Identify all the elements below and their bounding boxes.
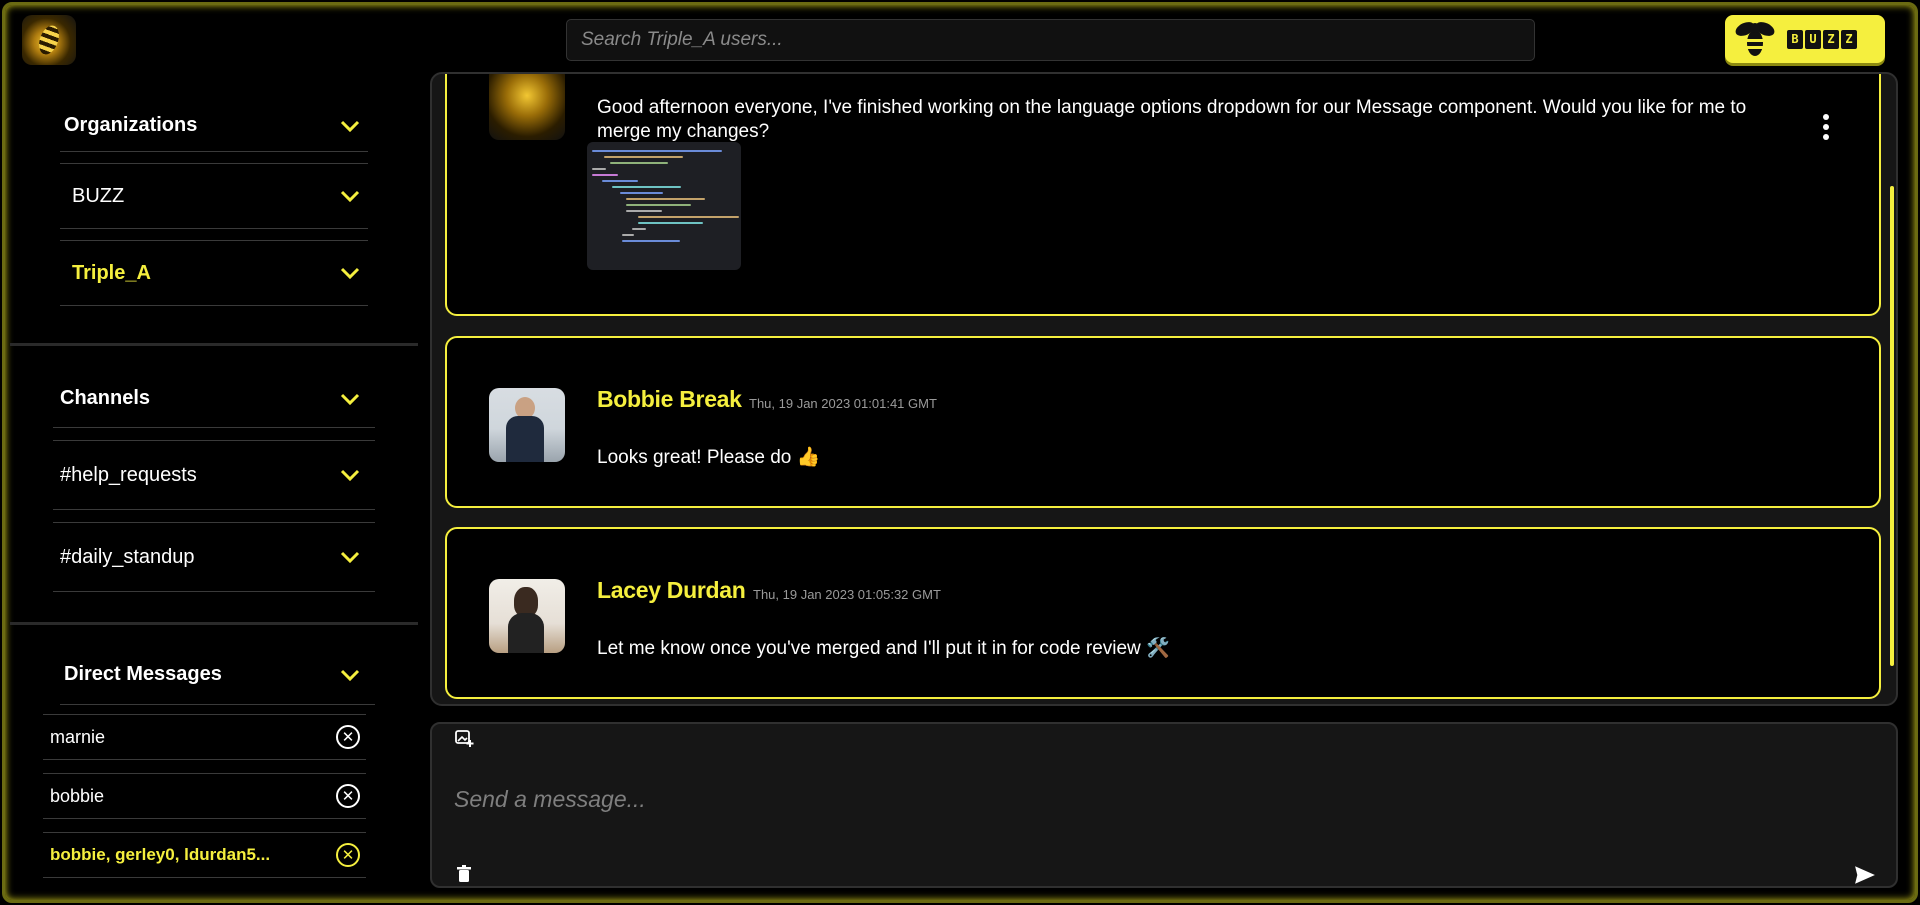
channels-title: Channels bbox=[60, 387, 151, 409]
dm-item-label: bobbie bbox=[50, 785, 105, 806]
dm-item-group[interactable]: bobbie, gerley0, ldurdan5... ✕ bbox=[43, 832, 366, 878]
chevron-down-icon[interactable] bbox=[340, 190, 360, 202]
dm-item-marnie[interactable]: marnie ✕ bbox=[43, 714, 366, 760]
channels-header[interactable]: Channels bbox=[53, 370, 375, 428]
close-circle-icon[interactable]: ✕ bbox=[336, 784, 360, 808]
send-icon[interactable] bbox=[1854, 864, 1876, 886]
chevron-down-icon[interactable] bbox=[340, 120, 360, 132]
scrollbar[interactable] bbox=[1890, 186, 1894, 666]
organizations-title: Organizations bbox=[64, 114, 198, 136]
message-input[interactable] bbox=[454, 786, 1834, 826]
brand-letter: B bbox=[1787, 29, 1803, 49]
message-list[interactable]: Good afternoon everyone, I've finished w… bbox=[430, 72, 1898, 706]
avatar[interactable] bbox=[489, 579, 565, 653]
brand-letter: U bbox=[1805, 29, 1821, 49]
message-text: Good afternoon everyone, I've finished w… bbox=[597, 97, 1747, 142]
code-screenshot-attachment[interactable] bbox=[587, 142, 741, 270]
message-composer bbox=[430, 722, 1898, 888]
chevron-down-icon[interactable] bbox=[340, 669, 360, 681]
avatar[interactable] bbox=[489, 388, 565, 462]
sidebar-divider bbox=[10, 343, 418, 346]
brand-letter: Z bbox=[1823, 29, 1839, 49]
dm-item-bobbie[interactable]: bobbie ✕ bbox=[43, 773, 366, 819]
avatar[interactable] bbox=[489, 74, 565, 140]
chevron-down-icon[interactable] bbox=[340, 393, 360, 405]
org-item-label: Triple_A bbox=[72, 261, 151, 284]
message-timestamp: Thu, 19 Jan 2023 01:01:41 GMT bbox=[749, 396, 937, 411]
channel-item-daily-standup[interactable]: #daily_standup bbox=[53, 522, 375, 592]
dm-item-label: marnie bbox=[50, 726, 106, 747]
trash-icon[interactable] bbox=[454, 864, 474, 884]
bee-icon bbox=[1735, 22, 1775, 56]
message-card: Good afternoon everyone, I've finished w… bbox=[445, 74, 1881, 316]
message-text: Let me know once you've merged and I'll … bbox=[597, 638, 1170, 659]
close-circle-icon[interactable]: ✕ bbox=[336, 843, 360, 867]
channel-item-label: #help_requests bbox=[60, 463, 197, 486]
channel-item-help-requests[interactable]: #help_requests bbox=[53, 440, 375, 510]
org-item-buzz[interactable]: BUZZ bbox=[60, 163, 368, 229]
close-circle-icon[interactable]: ✕ bbox=[336, 725, 360, 749]
organizations-header[interactable]: Organizations bbox=[60, 100, 368, 152]
message-card: Lacey Durdan Thu, 19 Jan 2023 01:05:32 G… bbox=[445, 527, 1881, 699]
message-card: Bobbie Break Thu, 19 Jan 2023 01:01:41 G… bbox=[445, 336, 1881, 508]
dm-item-label: bobbie, gerley0, ldurdan5... bbox=[50, 845, 271, 864]
add-image-icon[interactable] bbox=[454, 728, 474, 748]
message-author[interactable]: Lacey Durdan bbox=[597, 577, 746, 604]
more-vertical-icon[interactable] bbox=[1821, 114, 1831, 140]
sidebar-divider bbox=[10, 622, 418, 625]
channel-item-label: #daily_standup bbox=[60, 545, 195, 568]
message-text: Looks great! Please do 👍 bbox=[597, 447, 821, 468]
brand-logo[interactable]: B U Z Z bbox=[1725, 15, 1885, 63]
chevron-down-icon[interactable] bbox=[340, 551, 360, 563]
message-timestamp: Thu, 19 Jan 2023 01:05:32 GMT bbox=[753, 587, 941, 602]
chevron-down-icon[interactable] bbox=[340, 469, 360, 481]
direct-messages-header[interactable]: Direct Messages bbox=[60, 645, 375, 705]
org-item-label: BUZZ bbox=[72, 184, 125, 207]
org-item-triple-a[interactable]: Triple_A bbox=[60, 240, 368, 306]
brand-letter: Z bbox=[1841, 29, 1857, 49]
search-input[interactable] bbox=[566, 19, 1535, 61]
direct-messages-title: Direct Messages bbox=[64, 663, 222, 685]
chevron-down-icon[interactable] bbox=[340, 267, 360, 279]
message-author[interactable]: Bobbie Break bbox=[597, 386, 742, 413]
app-logo[interactable] bbox=[22, 15, 76, 65]
